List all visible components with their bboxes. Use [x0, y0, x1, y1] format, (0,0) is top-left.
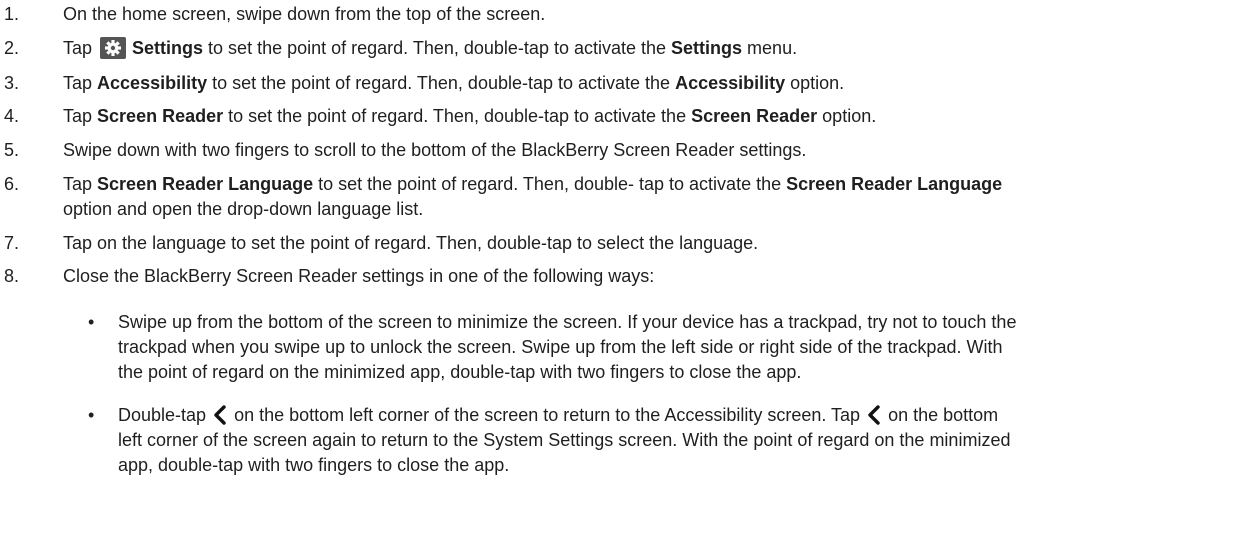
step-number: 7. — [4, 233, 20, 253]
bullet-item-2: • Double-tap on the bottom left corner of… — [0, 403, 1250, 483]
step-text: On the home screen, swipe down from the … — [63, 4, 546, 24]
step-text: Tap Screen Reader to set the point of re… — [63, 106, 877, 126]
chevron-left-icon — [866, 405, 882, 425]
step-number: 8. — [4, 266, 20, 286]
step-text: Tap on the language to set the point of … — [63, 233, 759, 253]
step-number: 1. — [4, 4, 20, 24]
step-text: Close the BlackBerry Screen Reader setti… — [63, 266, 655, 286]
step-text: Swipe down with two fingers to scroll to… — [63, 140, 807, 160]
step-number: 5. — [4, 140, 20, 160]
gear-icon — [100, 37, 127, 59]
step-number: 4. — [4, 106, 20, 126]
bullet-text: Double-tap on the bottom left corner of t… — [118, 405, 1011, 475]
step-text: Tap Accessibility to set the point of re… — [63, 73, 845, 93]
bullet-text: Swipe up from the bottom of the screen t… — [118, 312, 1017, 382]
bullet-symbol: • — [88, 405, 95, 425]
bullet-item-1: • Swipe up from the bottom of the screen… — [0, 310, 1250, 390]
step-6: 6. Tap Screen Reader Language to set the… — [0, 172, 1250, 222]
step-number: 3. — [4, 73, 20, 93]
step-text: Tap Settings to set the point of regard. … — [63, 37, 798, 59]
step-number: 6. — [4, 174, 20, 194]
step-text: Tap Screen Reader Language to set the po… — [63, 174, 1003, 219]
bullet-symbol: • — [88, 312, 95, 332]
step-number: 2. — [4, 38, 20, 58]
chevron-left-icon — [212, 405, 228, 425]
